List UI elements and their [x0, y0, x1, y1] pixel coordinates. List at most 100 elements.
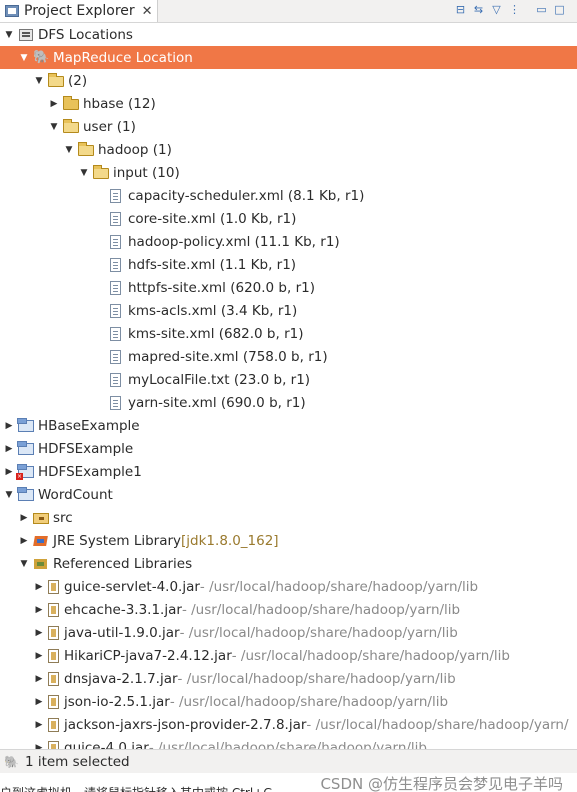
maximize-icon[interactable]: □	[552, 2, 567, 17]
jar-path-label: - /usr/local/hadoop/share/hadoop/yarn/li…	[177, 670, 456, 687]
tree-item-label: hdfs-site.xml (1.1 Kb, r1)	[128, 256, 297, 273]
expanded-arrow-icon[interactable]: ▼	[19, 559, 29, 569]
project-folder-icon	[17, 487, 34, 501]
tree-item[interactable]: yarn-site.xml (690.0 b, r1)	[0, 391, 577, 414]
tab-project-explorer[interactable]: Project Explorer ✕	[0, 0, 158, 22]
expanded-arrow-icon[interactable]: ▼	[49, 122, 59, 132]
tree-item[interactable]: hdfs-site.xml (1.1 Kb, r1)	[0, 253, 577, 276]
tree-item[interactable]: ▶ src	[0, 506, 577, 529]
collapsed-arrow-icon[interactable]: ▶	[34, 697, 44, 707]
tree-item[interactable]: myLocalFile.txt (23.0 b, r1)	[0, 368, 577, 391]
tree-item[interactable]: core-site.xml (1.0 Kb, r1)	[0, 207, 577, 230]
collapsed-arrow-icon[interactable]: ▶	[34, 720, 44, 730]
tree-item-label: httpfs-site.xml (620.0 b, r1)	[128, 279, 315, 296]
collapsed-arrow-icon[interactable]: ▶	[34, 628, 44, 638]
jar-icon	[48, 740, 59, 749]
tree-item[interactable]: ▼ Referenced Libraries	[0, 552, 577, 575]
error-marker-icon: ×	[16, 473, 23, 480]
tree-item[interactable]: ▶ json-io-2.5.1.jar - /usr/local/hadoop/s…	[0, 690, 577, 713]
tree-item-label: dnsjava-2.1.7.jar	[64, 670, 178, 687]
tree-item[interactable]: ▶ guice-servlet-4.0.jar - /usr/local/hado…	[0, 575, 577, 598]
jar-path-label: - /usr/local/hadoop/share/hadoop/yarn/li…	[199, 578, 479, 595]
elephant-icon: 🐘	[33, 49, 50, 65]
tree-item[interactable]: ▼ DFS Locations	[0, 23, 577, 46]
tree-item-label: Referenced Libraries	[53, 555, 193, 572]
tree-item-label: java-util-1.9.0.jar	[64, 624, 180, 641]
expanded-arrow-icon[interactable]: ▼	[34, 76, 44, 86]
tree-item[interactable]: ▶ jackson-jaxrs-json-provider-2.7.8.jar -…	[0, 713, 577, 736]
tree-item[interactable]: ▼ hadoop (1)	[0, 138, 577, 161]
collapsed-arrow-icon[interactable]: ▶	[34, 582, 44, 592]
watermark: CSDN @仿生程序员会梦见电子羊吗	[320, 775, 563, 792]
tree-item[interactable]: kms-site.xml (682.0 b, r1)	[0, 322, 577, 345]
file-icon	[110, 326, 121, 341]
tree-item-label: core-site.xml (1.0 Kb, r1)	[128, 210, 297, 227]
tree-item[interactable]: ▶ hbase (12)	[0, 92, 577, 115]
tree-item-label: (2)	[68, 72, 88, 89]
tree-item-label: json-io-2.5.1.jar	[64, 693, 170, 710]
filter-icon[interactable]: ▽	[489, 2, 504, 17]
source-folder-icon	[33, 513, 49, 524]
tree-item[interactable]: ▶ java-util-1.9.0.jar - /usr/local/hadoop…	[0, 621, 577, 644]
jar-path-label: - /usr/local/hadoop/share/hadoop/yarn/li…	[181, 601, 461, 618]
collapsed-arrow-icon[interactable]: ▶	[4, 421, 14, 431]
tree-item[interactable]: kms-acls.xml (3.4 Kb, r1)	[0, 299, 577, 322]
tree-item[interactable]: ▼ WordCount	[0, 483, 577, 506]
file-icon	[110, 188, 121, 203]
tree-item[interactable]: ▶ HDFSExample	[0, 437, 577, 460]
tree-item[interactable]: httpfs-site.xml (620.0 b, r1)	[0, 276, 577, 299]
tree-item-label: HikariCP-java7-2.4.12.jar	[64, 647, 232, 664]
view-toolbar: ⊟ ⇆ ▽ ⋮ ▭ □	[453, 2, 567, 17]
tree-item[interactable]: ▼ 🐘 MapReduce Location	[0, 46, 577, 69]
link-with-editor-icon[interactable]: ⇆	[471, 2, 486, 17]
close-icon[interactable]: ✕	[142, 4, 153, 19]
tree-item-label: HBaseExample	[38, 417, 140, 434]
expanded-arrow-icon[interactable]: ▼	[4, 30, 14, 40]
collapse-all-icon[interactable]: ⊟	[453, 2, 468, 17]
collapsed-arrow-icon[interactable]: ▶	[34, 605, 44, 615]
tree-item[interactable]: capacity-scheduler.xml (8.1 Kb, r1)	[0, 184, 577, 207]
tree-item[interactable]: ▶ HBaseExample	[0, 414, 577, 437]
collapsed-arrow-icon[interactable]: ▶	[49, 99, 59, 109]
view-menu-icon[interactable]: ⋮	[507, 2, 522, 17]
tree-item[interactable]: hadoop-policy.xml (11.1 Kb, r1)	[0, 230, 577, 253]
tree-item[interactable]: ▶ dnsjava-2.1.7.jar - /usr/local/hadoop/s…	[0, 667, 577, 690]
tree-item-label: DFS Locations	[38, 26, 133, 43]
collapsed-arrow-icon[interactable]: ▶	[4, 444, 14, 454]
jar-icon	[48, 648, 59, 663]
tree-item[interactable]: mapred-site.xml (758.0 b, r1)	[0, 345, 577, 368]
tree-item[interactable]: ▼ input (10)	[0, 161, 577, 184]
tree-item[interactable]: ▶ HikariCP-java7-2.4.12.jar - /usr/local/…	[0, 644, 577, 667]
minimize-icon[interactable]: ▭	[534, 2, 549, 17]
collapsed-arrow-icon[interactable]: ▶	[19, 536, 29, 546]
collapsed-arrow-icon[interactable]: ▶	[19, 513, 29, 523]
tree-item-label: MapReduce Location	[53, 49, 193, 66]
dfs-locations-icon	[18, 28, 34, 42]
jar-path-label: - /usr/local/hadoop/share/hadoop/yarn/li…	[169, 693, 449, 710]
expanded-arrow-icon[interactable]: ▼	[4, 490, 14, 500]
tree-item[interactable]: ▶ guice-4.0.jar - /usr/local/hadoop/share…	[0, 736, 577, 749]
tree-item[interactable]: ▼ (2)	[0, 69, 577, 92]
folder-open-icon	[78, 142, 94, 156]
collapsed-arrow-icon[interactable]: ▶	[34, 651, 44, 661]
expanded-arrow-icon[interactable]: ▼	[79, 168, 89, 178]
collapsed-arrow-icon[interactable]: ▶	[34, 674, 44, 684]
expanded-arrow-icon[interactable]: ▼	[64, 145, 74, 155]
tab-title: Project Explorer	[24, 3, 135, 19]
collapsed-arrow-icon[interactable]: ▶	[4, 467, 14, 477]
tree-item[interactable]: ▶ ehcache-3.3.1.jar - /usr/local/hadoop/s…	[0, 598, 577, 621]
file-icon	[110, 211, 121, 226]
expanded-arrow-icon[interactable]: ▼	[19, 53, 29, 63]
project-tree: ▼ DFS Locations ▼ 🐘 MapReduce Location ▼ (2) ▶ h…	[0, 23, 577, 749]
jar-path-label: - /usr/local/hadoop/share/hadoop/yarn/li…	[179, 624, 458, 641]
tree-item[interactable]: ▶ JRE System Library [jdk1.8.0_162]	[0, 529, 577, 552]
jdk-version-label: [jdk1.8.0_162]	[181, 532, 279, 549]
folder-open-icon	[63, 119, 79, 133]
tree-item[interactable]: ▼ user (1)	[0, 115, 577, 138]
tree-item[interactable]: ▶ × HDFSExample1	[0, 460, 577, 483]
